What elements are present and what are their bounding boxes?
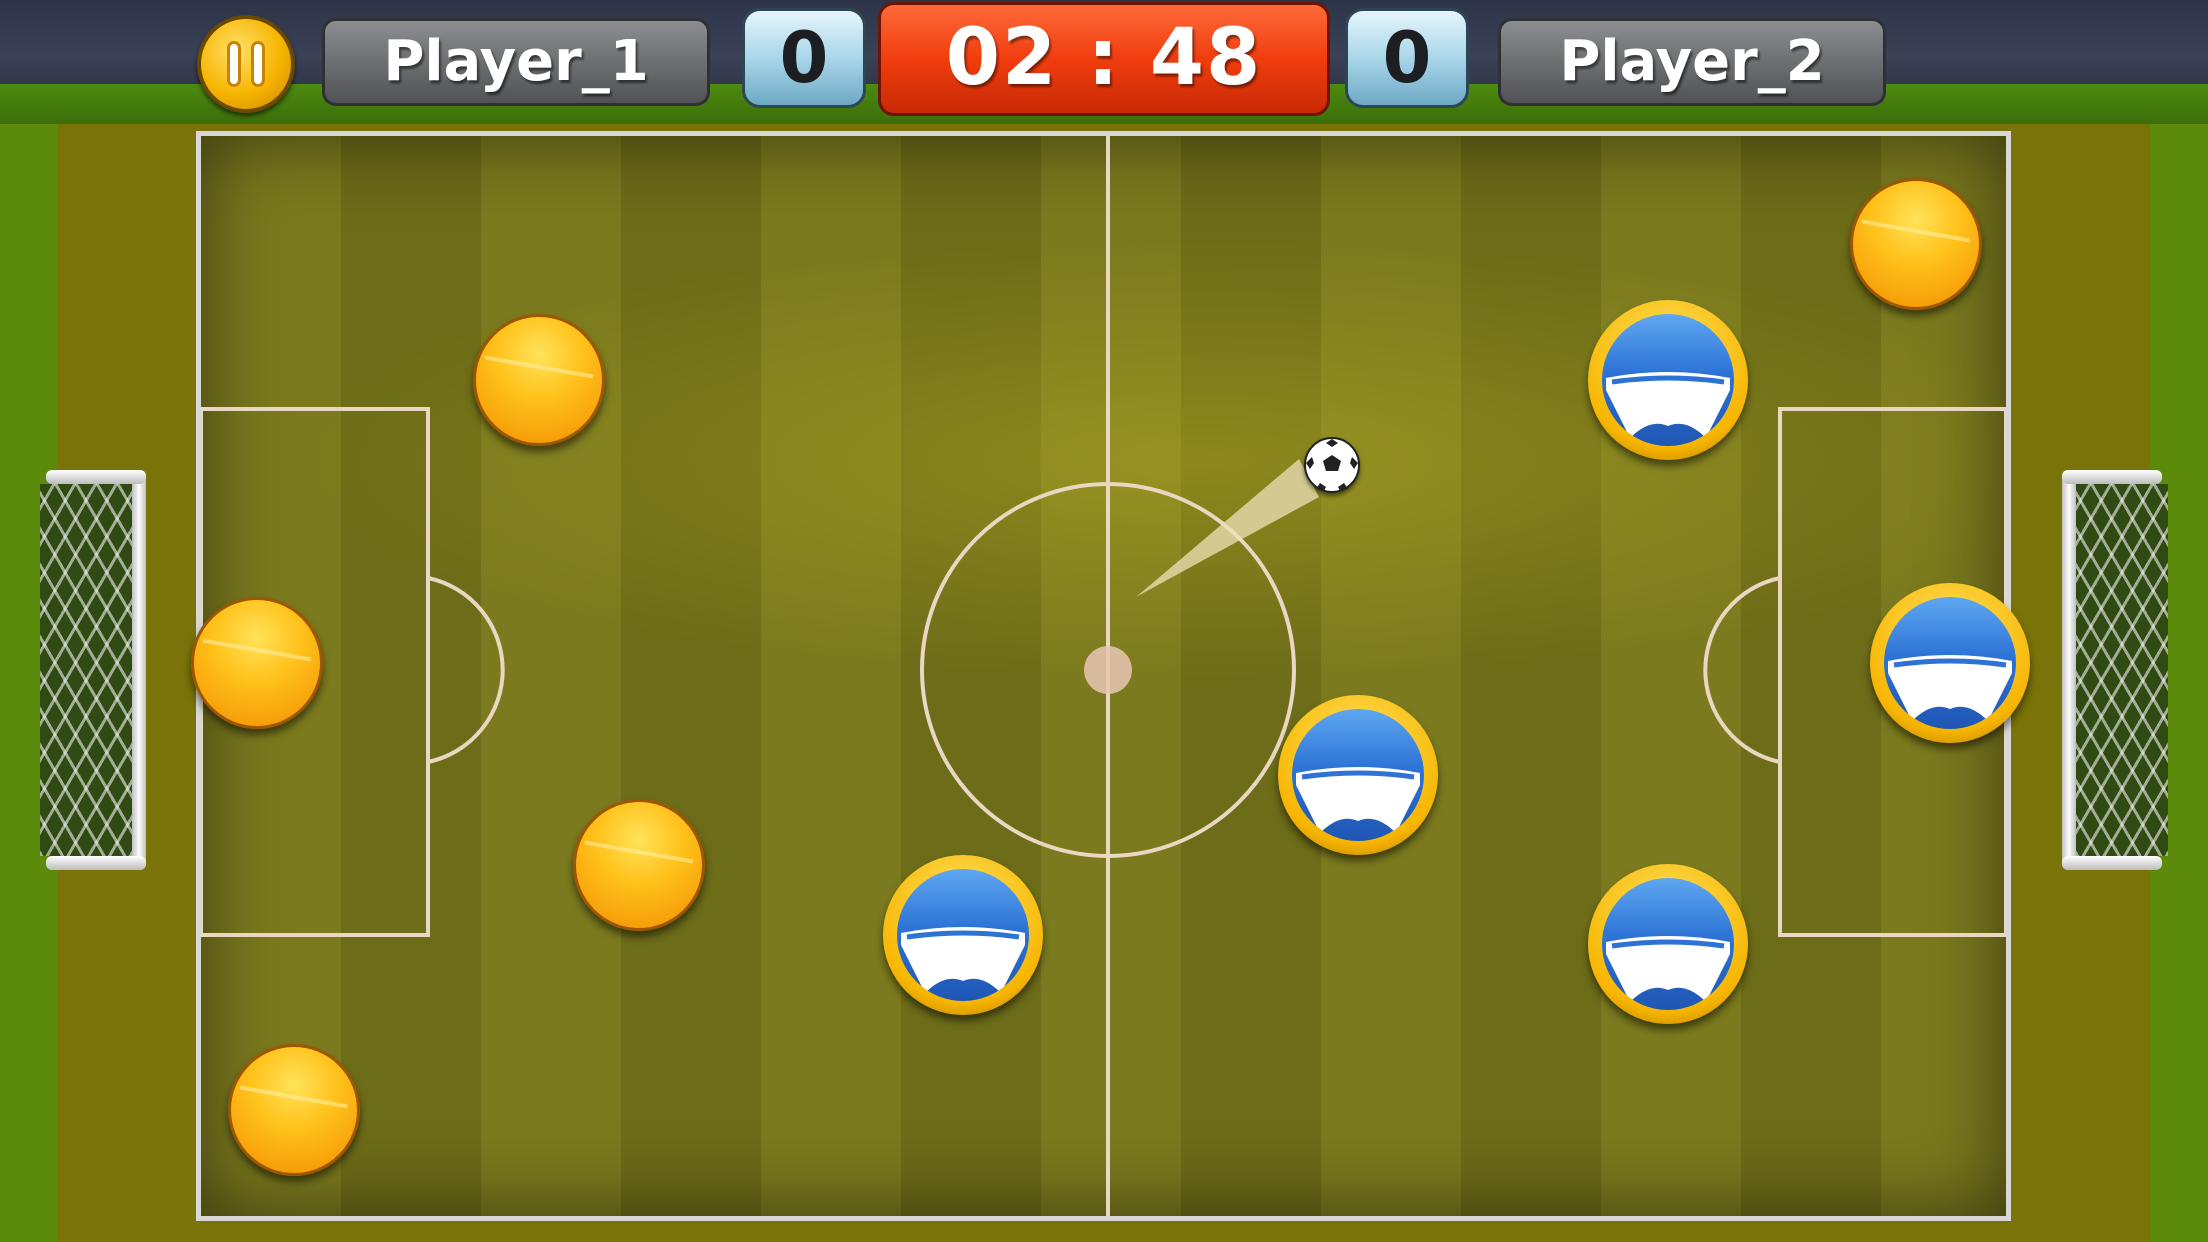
blue-player-piece[interactable] [1588, 300, 1748, 460]
shorts-icon [901, 927, 1025, 993]
soccer-ball-icon[interactable] [1304, 437, 1360, 493]
blue-player-piece[interactable] [1278, 695, 1438, 855]
player1-name: Player_1 [322, 18, 710, 106]
player1-score: 0 [742, 8, 866, 108]
right-goal-net [2076, 484, 2168, 856]
match-timer: 02 : 48 [878, 2, 1330, 116]
blue-player-piece[interactable] [883, 855, 1043, 1015]
ball-pattern [1306, 439, 1358, 491]
pause-button[interactable] [197, 15, 295, 113]
orange-player-piece[interactable] [1850, 178, 1982, 310]
right-goal [2058, 470, 2168, 870]
left-goal-net [40, 484, 132, 856]
left-goal-crossbar-top [46, 470, 146, 484]
pitch [196, 131, 2011, 1221]
shorts-icon [1606, 936, 1730, 1002]
left-goal-post [132, 470, 146, 870]
orange-player-piece[interactable] [473, 314, 605, 446]
orange-player-piece[interactable] [573, 799, 705, 931]
pitch-lines [201, 136, 2006, 1216]
blue-player-piece[interactable] [1588, 864, 1748, 1024]
top-hud: Player_1 0 02 : 48 0 Player_2 [0, 0, 2208, 127]
player2-score: 0 [1345, 8, 1469, 108]
right-goal-post [2062, 470, 2076, 870]
right-goal-crossbar-bottom [2062, 856, 2162, 870]
pause-icon-bar [251, 41, 265, 87]
ball-trail [1136, 459, 1319, 597]
right-goal-crossbar-top [2062, 470, 2162, 484]
blue-goalkeeper-piece[interactable] [1870, 583, 2030, 743]
shorts-icon [1606, 372, 1730, 438]
center-spot [1084, 646, 1132, 694]
player2-name: Player_2 [1498, 18, 1886, 106]
orange-goalkeeper-piece[interactable] [191, 597, 323, 729]
left-goal [40, 470, 150, 870]
shorts-icon [1888, 655, 2012, 721]
shorts-icon [1296, 767, 1420, 833]
left-goal-crossbar-bottom [46, 856, 146, 870]
orange-player-piece[interactable] [228, 1044, 360, 1176]
pause-icon [227, 41, 241, 87]
